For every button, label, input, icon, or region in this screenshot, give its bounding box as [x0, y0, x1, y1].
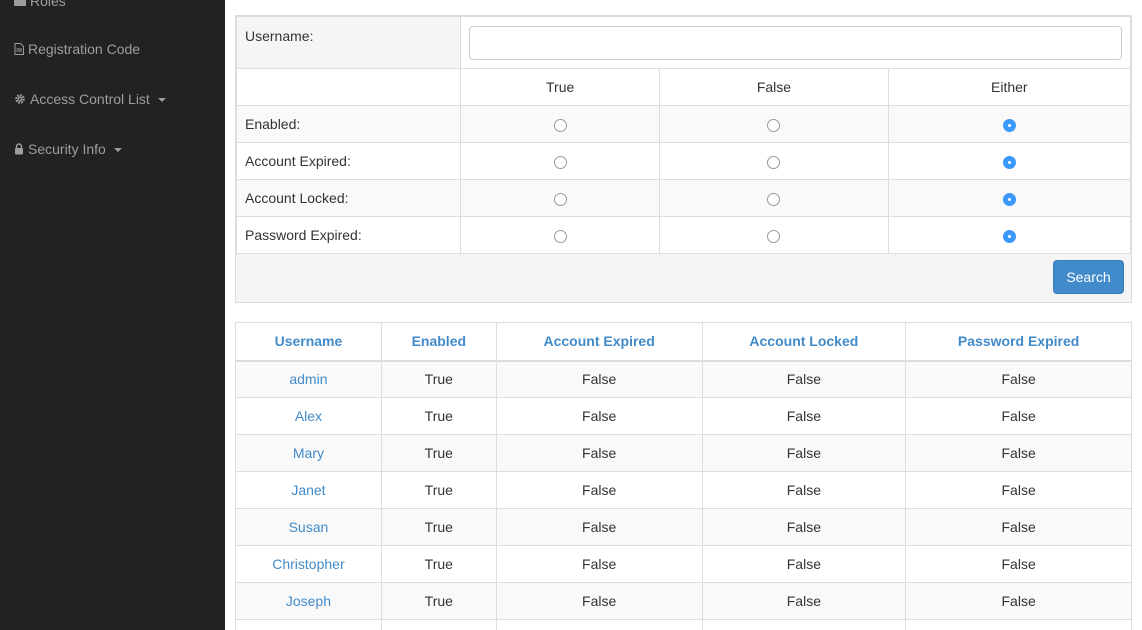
account-expired-cell: False — [495, 471, 703, 509]
password-expired-cell: False — [905, 360, 1132, 398]
option-label: Password Expired: — [236, 216, 461, 254]
table-header-row: Username Enabled Account Expired Account… — [235, 322, 1132, 362]
lock-icon — [14, 143, 24, 155]
sidebar-item-label: Roles — [30, 0, 66, 9]
sidebar-item-label: Access Control List — [30, 91, 150, 107]
username-link[interactable]: Mary — [235, 434, 382, 472]
password-expired-cell: False — [905, 508, 1132, 546]
username-label: Username: — [236, 16, 461, 69]
account-expired-cell: False — [495, 545, 703, 583]
account-locked-cell: False — [701, 471, 907, 509]
username-link[interactable]: admin — [235, 360, 382, 398]
search-button[interactable]: Search — [1053, 260, 1124, 294]
username-link[interactable]: Janet — [235, 471, 382, 509]
search-form: Username: True False Either Enabled: Acc… — [235, 15, 1132, 303]
enabled-cell: True — [380, 582, 497, 620]
table-row: Alex True False False False — [235, 397, 1132, 435]
enabled-true-radio[interactable] — [553, 118, 567, 132]
account-expired-cell: False — [495, 360, 703, 398]
option-label: Enabled: — [236, 105, 461, 143]
briefcase-icon — [14, 0, 26, 7]
password-expired-cell: False — [905, 434, 1132, 472]
sidebar-item-label: Registration Code — [28, 41, 141, 57]
column-header-true: True — [459, 68, 661, 106]
enabled-cell: True — [380, 360, 497, 398]
account-locked-cell: False — [701, 508, 907, 546]
gear-icon — [14, 93, 26, 105]
sidebar-item-label: Security Info — [28, 141, 106, 157]
password-expired-either-radio[interactable] — [1002, 229, 1016, 243]
account-expired-cell: False — [495, 582, 703, 620]
caret-down-icon — [113, 148, 122, 152]
column-header-password-expired[interactable]: Password Expired — [905, 322, 1132, 362]
column-header-either: Either — [887, 68, 1132, 106]
search-criteria-table: Username: True False Either Enabled: Acc… — [236, 16, 1132, 254]
account-expired-true-radio[interactable] — [553, 155, 567, 169]
account-expired-false-radio[interactable] — [767, 155, 781, 169]
account-locked-false-radio[interactable] — [767, 192, 781, 206]
table-row: Joseph True False False False — [235, 582, 1132, 620]
option-label: Account Expired: — [236, 142, 461, 180]
enabled-cell: True — [380, 471, 497, 509]
password-expired-cell: False — [905, 471, 1132, 509]
account-locked-either-radio[interactable] — [1002, 192, 1016, 206]
column-header-username[interactable]: Username — [235, 322, 382, 362]
option-row-account-expired: Account Expired: — [236, 142, 1132, 180]
password-expired-false-radio[interactable] — [767, 229, 781, 243]
account-locked-cell: False — [701, 545, 907, 583]
password-expired-cell: False — [905, 582, 1132, 620]
column-header-enabled[interactable]: Enabled — [380, 322, 497, 362]
file-icon — [14, 43, 24, 55]
account-locked-cell: False — [701, 397, 907, 435]
enabled-cell: True — [380, 434, 497, 472]
account-locked-true-radio[interactable] — [553, 192, 567, 206]
sidebar-item-security-info[interactable]: Security Info — [14, 141, 122, 157]
column-header-account-locked[interactable]: Account Locked — [701, 322, 907, 362]
account-expired-either-radio[interactable] — [1002, 155, 1016, 169]
password-expired-cell: False — [905, 545, 1132, 583]
password-expired-true-radio[interactable] — [553, 229, 567, 243]
account-locked-cell: False — [701, 360, 907, 398]
username-input[interactable] — [469, 25, 1122, 60]
username-link[interactable]: Susan — [235, 508, 382, 546]
option-row-account-locked: Account Locked: — [236, 179, 1132, 217]
table-row: Janet True False False False — [235, 471, 1132, 509]
table-row — [235, 619, 1132, 630]
enabled-cell: True — [380, 545, 497, 583]
sidebar: Roles Registration Code Access Control L… — [0, 0, 225, 630]
account-locked-cell: False — [701, 434, 907, 472]
username-link[interactable]: Alex — [235, 397, 382, 435]
sidebar-item-access-control-list[interactable]: Access Control List — [14, 91, 166, 107]
account-expired-cell: False — [495, 397, 703, 435]
username-link[interactable]: Joseph — [235, 582, 382, 620]
option-row-password-expired: Password Expired: — [236, 216, 1132, 254]
results-table: Username Enabled Account Expired Account… — [235, 322, 1132, 630]
option-label: Account Locked: — [236, 179, 461, 217]
account-expired-cell: False — [495, 434, 703, 472]
table-row: Christopher True False False False — [235, 545, 1132, 583]
table-row: Mary True False False False — [235, 434, 1132, 472]
table-row: admin True False False False — [235, 360, 1132, 398]
caret-down-icon — [157, 98, 166, 102]
enabled-cell: True — [380, 397, 497, 435]
username-link[interactable]: Christopher — [235, 545, 382, 583]
enabled-false-radio[interactable] — [767, 118, 781, 132]
column-header-false: False — [659, 68, 889, 106]
enabled-either-radio[interactable] — [1002, 118, 1016, 132]
column-header-account-expired[interactable]: Account Expired — [495, 322, 703, 362]
sidebar-item-roles[interactable]: Roles — [14, 0, 66, 9]
account-locked-cell: False — [701, 582, 907, 620]
option-row-enabled: Enabled: — [236, 105, 1132, 143]
enabled-cell: True — [380, 508, 497, 546]
sidebar-item-registration-code[interactable]: Registration Code — [14, 41, 140, 57]
table-row: Susan True False False False — [235, 508, 1132, 546]
account-expired-cell: False — [495, 508, 703, 546]
password-expired-cell: False — [905, 397, 1132, 435]
